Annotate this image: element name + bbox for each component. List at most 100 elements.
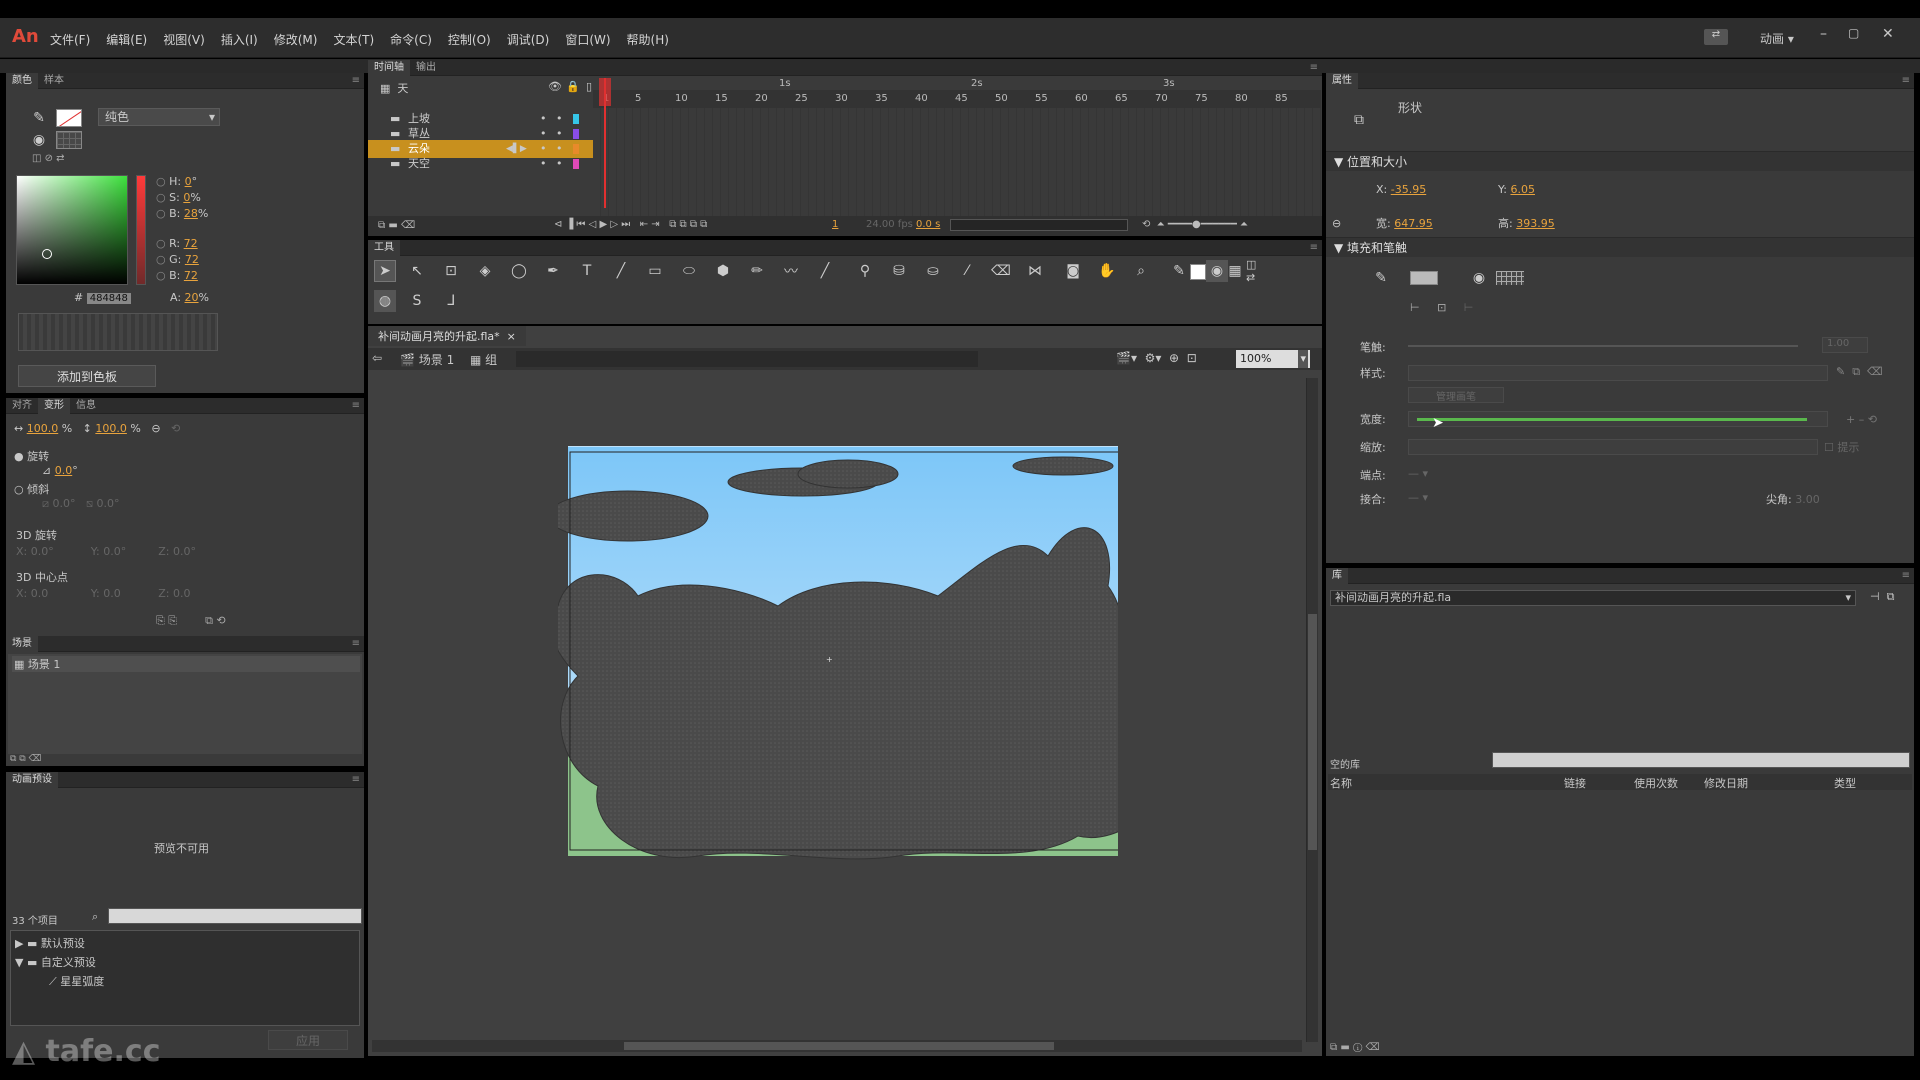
3d-rotation-tool[interactable]: ◈ [474,260,496,282]
selection-tool[interactable]: ➤ [374,260,396,282]
straighten-tool[interactable]: ᒧ [440,290,462,312]
height-value[interactable]: 393.95 [1516,217,1555,230]
tab-info[interactable]: 信息 [70,398,102,414]
rotate-value[interactable]: 0.0 [55,464,73,477]
layer-color-chip[interactable] [573,144,579,154]
playhead-marker[interactable] [599,78,611,106]
apply-button[interactable]: 应用 [268,1030,348,1050]
minimize-button[interactable]: – [1820,26,1827,42]
stroke-hint-icons[interactable]: ⊢ ⊡ ⊢ [1410,301,1473,314]
value-field[interactable]: 72 [185,253,199,266]
oval-tool[interactable]: ⬭ [678,260,700,282]
paint-bucket-tool[interactable]: ⛁ [888,260,910,282]
stroke-swatch[interactable] [56,109,82,127]
stroke-color-swatch[interactable] [1410,271,1438,285]
back-arrow-icon[interactable]: ⇦ [372,351,382,365]
zoom-select[interactable]: 100% ▾ [1236,350,1310,368]
line-tool[interactable]: ╱ [610,260,632,282]
library-column-header[interactable]: 修改日期 [1704,775,1748,791]
polystar-tool[interactable]: ⬢ [712,260,734,282]
library-column-header[interactable]: 名称 [1330,775,1352,791]
section-fill-stroke[interactable]: ▼ 填充和笔触 [1326,237,1914,257]
hand-tool[interactable]: ✋ [1096,260,1118,282]
lock-icon[interactable]: 🔒 [566,80,580,93]
panel-menu-icon[interactable]: ≡ [1902,570,1910,581]
tab-align[interactable]: 对齐 [6,398,38,414]
menu-item[interactable]: 视图(V) [163,31,205,48]
value-field[interactable]: 28 [184,207,198,220]
hue-slider[interactable] [136,175,146,285]
stage-vscroll[interactable] [1306,378,1318,1042]
stroke-pencil-icon[interactable]: ✎ [1370,267,1392,289]
library-column-header[interactable]: 使用次数 [1634,775,1678,791]
object-drawing-tool[interactable]: ◍ [374,290,396,312]
menu-item[interactable]: 控制(O) [448,31,491,48]
swap-colors-tool[interactable]: ◫ ⇄ [1246,258,1268,284]
layer-color-chip[interactable] [573,129,579,139]
section-position-size[interactable]: ▼ 位置和大小 [1326,151,1914,171]
center-z[interactable]: 0.0 [173,587,191,600]
width-profile-select[interactable] [1408,411,1828,427]
rot3d-y[interactable]: 0.0° [103,545,158,558]
group-breadcrumb[interactable]: ▦ 组 [470,351,497,368]
fill-color-icon[interactable]: ◉ [28,129,50,151]
panel-menu-icon[interactable]: ≡ [1310,242,1318,253]
stroke-slider[interactable] [1408,345,1798,347]
library-actions[interactable]: ⧉ ▬ ⓘ ⌫ [1330,1042,1380,1053]
menu-item[interactable]: 命令(C) [390,31,432,48]
library-column-header[interactable]: 链接 [1564,775,1586,791]
fill-type-select[interactable]: 纯色 ▾ [98,108,220,126]
timeline-layer[interactable]: ▬ 天空 • • [368,155,598,173]
sync-icon[interactable]: ⇄ [1704,29,1728,45]
value-field[interactable]: 0 [185,175,192,188]
hex-field[interactable]: 484848 [86,293,131,304]
playback-controls[interactable]: ⊲ ▐ ⏮ ◁ ▶ ▷ ⏭ ⇤ ⇥ ⧉ ⧉ ⧉ ⧉ [554,219,707,230]
layer-color-chip[interactable] [573,114,579,124]
scale-width[interactable]: 100.0 [27,422,59,435]
view-controls[interactable]: 🎬▾ ⚙▾ ⊕ ⊡ [1116,351,1197,365]
panel-menu-icon[interactable]: ≡ [352,638,360,649]
panel-menu-icon[interactable]: ≡ [1902,75,1910,86]
eyedropper-tool[interactable]: ⁄ [956,260,978,282]
radio[interactable]: ○ [156,207,166,220]
elapsed-time[interactable]: 0.0 s [916,219,940,230]
center-y[interactable]: 0.0 [103,587,158,600]
rectangle-tool[interactable]: ▭ [644,260,666,282]
library-file-select[interactable]: 补间动画月亮的升起.fla ▾ [1330,590,1856,606]
visibility-dot[interactable]: • [540,155,547,173]
lock-dot[interactable]: • [556,155,563,173]
reset-icon[interactable]: ⟲ [171,422,180,435]
fill-bucket-icon[interactable]: ◉ [1468,267,1490,289]
new-layer-icon[interactable]: ⧉ ▬ ⌫ [378,220,415,231]
scale-height[interactable]: 100.0 [95,422,127,435]
rot3d-x[interactable]: 0.0° [31,545,91,558]
text-tool[interactable]: T [576,260,598,282]
picker-cursor[interactable] [42,249,52,259]
scene-breadcrumb[interactable]: 🎬 场景 1 [400,351,454,368]
radio[interactable]: ○ [156,269,166,282]
smooth-tool[interactable]: S [406,290,428,312]
swap-colors-icon[interactable]: ◫ ⊘ ⇄ [32,153,65,164]
maximize-button[interactable]: ▢ [1848,26,1859,40]
panel-menu-icon[interactable]: ≡ [352,400,360,411]
panel-menu-icon[interactable]: ≡ [352,75,360,86]
width-value[interactable]: 647.95 [1394,217,1433,230]
cap-select[interactable]: — ▾ [1408,467,1428,480]
tab-timeline[interactable]: 时间轴 [368,60,410,76]
lasso-tool[interactable]: ◯ [508,260,530,282]
document-tab[interactable]: 补间动画月亮的升起.fla* × [368,326,526,346]
scene-list-item[interactable]: ▦ 场景 1 [12,656,360,672]
stroke-value-field[interactable]: 1.00 [1822,337,1868,353]
tab-transform[interactable]: 变形 [38,398,70,414]
scale-select[interactable] [1408,439,1818,455]
menu-item[interactable]: 帮助(H) [627,31,669,48]
rot3d-z[interactable]: 0.0° [173,545,196,558]
add-swatch-button[interactable]: 添加到色板 [18,365,156,387]
value-field[interactable]: 72 [184,269,198,282]
radio[interactable]: ○ [156,237,166,250]
skew-y[interactable]: 0.0° [96,497,119,510]
rotate-option[interactable]: ● 旋转 [14,448,49,464]
stage[interactable]: + [558,446,1120,860]
tree-folder-default[interactable]: ▶ ▬ 默认预设 [15,935,85,951]
frame-rate[interactable]: 24.00 fps [866,219,913,230]
